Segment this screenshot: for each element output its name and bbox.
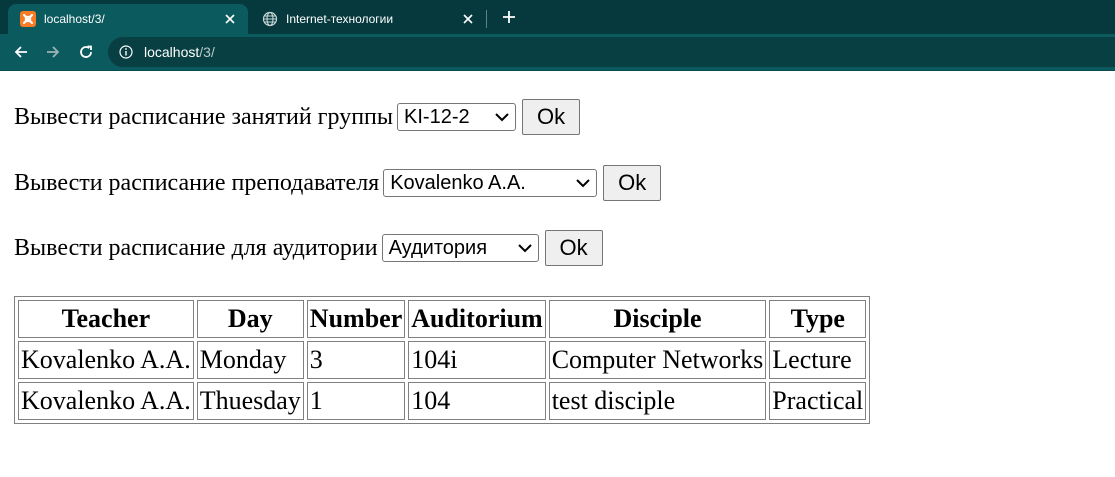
table-row: Kovalenko A.A. Monday 3 104i Computer Ne… bbox=[18, 341, 867, 379]
teacher-schedule-form: Вывести расписание преподавателя Kovalen… bbox=[14, 165, 662, 201]
column-header-day: Day bbox=[196, 300, 304, 338]
teacher-select-value: Kovalenko A.A. bbox=[390, 172, 526, 194]
close-tab-icon[interactable] bbox=[458, 9, 478, 29]
new-tab-plus-icon[interactable] bbox=[498, 6, 520, 28]
group-select[interactable]: KI-12-2 bbox=[397, 103, 517, 131]
browser-toolbar: localhost/3/ bbox=[0, 34, 1115, 71]
group-schedule-label: Вывести расписание занятий группы bbox=[14, 104, 394, 130]
column-header-type: Type bbox=[769, 300, 867, 338]
group-schedule-form: Вывести расписание занятий группы KI-12-… bbox=[14, 99, 581, 135]
cell-number: 3 bbox=[306, 341, 406, 379]
column-header-disciple: Disciple bbox=[548, 300, 767, 338]
table-header-row: Teacher Day Number Auditorium Disciple T… bbox=[18, 300, 867, 338]
globe-icon bbox=[262, 11, 278, 27]
column-header-number: Number bbox=[306, 300, 406, 338]
forward-arrow-icon[interactable] bbox=[42, 41, 64, 63]
room-ok-button[interactable]: Ok bbox=[544, 230, 603, 266]
group-ok-button[interactable]: Ok bbox=[522, 99, 581, 135]
back-arrow-icon[interactable] bbox=[10, 41, 32, 63]
table-row: Kovalenko A.A. Thuesday 1 104 test disci… bbox=[18, 382, 867, 420]
schedule-table: Teacher Day Number Auditorium Disciple T… bbox=[14, 296, 871, 424]
tab-title: Internet-технологии bbox=[286, 12, 394, 26]
cell-day: Monday bbox=[196, 341, 304, 379]
tab-localhost[interactable]: localhost/3/ bbox=[8, 4, 248, 34]
cell-type: Practical bbox=[769, 382, 867, 420]
tab-strip: localhost/3/ Internet-технологии bbox=[0, 0, 1115, 34]
tab-title: localhost/3/ bbox=[44, 12, 105, 26]
cell-teacher: Kovalenko A.A. bbox=[18, 382, 194, 420]
room-schedule-form: Вывести расписание для аудитории Аудитор… bbox=[14, 230, 603, 266]
room-select[interactable]: Аудитория bbox=[381, 234, 539, 262]
xampp-icon bbox=[20, 11, 36, 27]
cell-type: Lecture bbox=[769, 341, 867, 379]
group-select-value: KI-12-2 bbox=[404, 106, 470, 128]
cell-auditorium: 104i bbox=[408, 341, 546, 379]
cell-day: Thuesday bbox=[196, 382, 304, 420]
cell-disciple: Computer Networks bbox=[548, 341, 767, 379]
reload-icon[interactable] bbox=[75, 41, 97, 63]
teacher-ok-button[interactable]: Ok bbox=[603, 165, 662, 201]
teacher-select[interactable]: Kovalenko A.A. bbox=[383, 169, 598, 197]
teacher-schedule-label: Вывести расписание преподавателя bbox=[14, 170, 380, 196]
room-select-value: Аудитория bbox=[388, 237, 488, 259]
chevron-down-icon bbox=[576, 178, 590, 188]
room-schedule-label: Вывести расписание для аудитории bbox=[14, 235, 378, 261]
column-header-teacher: Teacher bbox=[18, 300, 194, 338]
chevron-down-icon bbox=[517, 243, 532, 253]
address-bar[interactable]: localhost/3/ bbox=[108, 37, 1115, 67]
column-header-auditorium: Auditorium bbox=[408, 300, 546, 338]
url-host: localhost bbox=[144, 44, 200, 60]
site-info-icon[interactable] bbox=[118, 44, 134, 60]
url-path: /3/ bbox=[199, 44, 215, 60]
tab-internet-technologies[interactable]: Internet-технологии bbox=[250, 4, 486, 34]
chevron-down-icon bbox=[495, 112, 509, 122]
cell-number: 1 bbox=[306, 382, 406, 420]
close-tab-icon[interactable] bbox=[220, 9, 240, 29]
url-text: localhost/3/ bbox=[144, 44, 215, 60]
tab-separator bbox=[486, 10, 487, 28]
cell-disciple: test disciple bbox=[548, 382, 767, 420]
cell-auditorium: 104 bbox=[408, 382, 546, 420]
cell-teacher: Kovalenko A.A. bbox=[18, 341, 194, 379]
